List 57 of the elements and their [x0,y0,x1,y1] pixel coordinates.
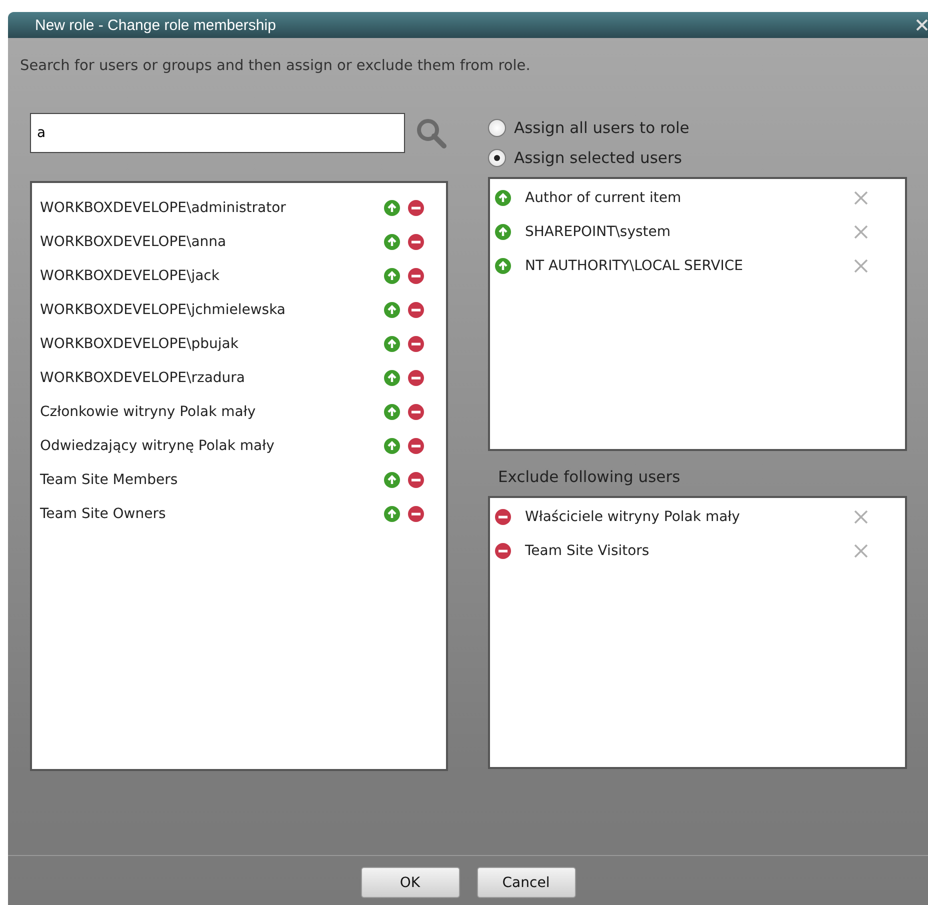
user-name: WORKBOXDEVELOPE\jchmielewska [40,302,286,318]
user-name: WORKBOXDEVELOPE\pbujak [40,336,238,352]
remove-icon[interactable] [853,509,869,525]
user-name: Team Site Visitors [525,543,650,559]
user-name: Team Site Members [40,472,178,488]
section-label: Exclude following users [497,467,682,488]
minus-icon[interactable] [408,472,424,488]
user-name: Author of current item [525,190,682,206]
remove-icon[interactable] [853,224,869,240]
instruction-text: Search for users or groups and then assign or exclude them from role. [20,58,532,76]
radio-label: Assign all users to role [514,119,690,137]
search-icon[interactable] [415,117,447,149]
up-arrow-icon[interactable] [495,190,511,206]
up-arrow-icon[interactable] [384,370,400,386]
search-field[interactable]: a [30,113,405,153]
radio-label: Assign selected users [514,149,682,167]
minus-icon[interactable] [408,336,424,352]
minus-icon[interactable] [495,509,511,525]
user-name: NT AUTHORITY\LOCAL SERVICE [525,258,744,274]
window-title: New role - Change role membership [35,16,276,34]
remove-icon[interactable] [853,190,869,206]
user-name: Właściciele witryny Polak mały [525,509,741,525]
up-arrow-icon[interactable] [384,234,400,250]
minus-icon[interactable] [408,234,424,250]
user-name: Team Site Owners [40,506,166,522]
user-name: WORKBOXDEVELOPE\jack [40,268,220,284]
ok-button[interactable]: OK [360,867,460,898]
up-arrow-icon[interactable] [384,302,400,318]
remove-icon[interactable] [853,258,869,274]
up-arrow-icon[interactable] [384,506,400,522]
up-arrow-icon[interactable] [384,472,400,488]
minus-icon[interactable] [408,200,424,216]
up-arrow-icon[interactable] [384,200,400,216]
up-arrow-icon[interactable] [384,336,400,352]
user-name: WORKBOXDEVELOPE\anna [40,234,226,250]
up-arrow-icon[interactable] [495,224,511,240]
user-name: Odwiedzający witrynę Polak mały [40,438,274,454]
remove-icon[interactable] [853,543,869,559]
user-name: WORKBOXDEVELOPE\administrator [40,200,286,216]
minus-icon[interactable] [408,302,424,318]
up-arrow-icon[interactable] [384,404,400,420]
close-icon[interactable] [916,19,928,31]
user-name: Członkowie witryny Polak mały [40,404,256,420]
minus-icon[interactable] [408,404,424,420]
up-arrow-icon[interactable] [384,438,400,454]
radio-button[interactable] [488,119,506,137]
minus-icon[interactable] [408,268,424,284]
cancel-button[interactable]: Cancel [476,867,576,898]
user-name: WORKBOXDEVELOPE\rzadura [40,370,245,386]
radio-button[interactable] [488,149,506,167]
user-name: SHAREPOINT\system [525,224,672,240]
up-arrow-icon[interactable] [495,258,511,274]
up-arrow-icon[interactable] [384,268,400,284]
minus-icon[interactable] [408,370,424,386]
minus-icon[interactable] [408,506,424,522]
minus-icon[interactable] [495,543,511,559]
minus-icon[interactable] [408,438,424,454]
